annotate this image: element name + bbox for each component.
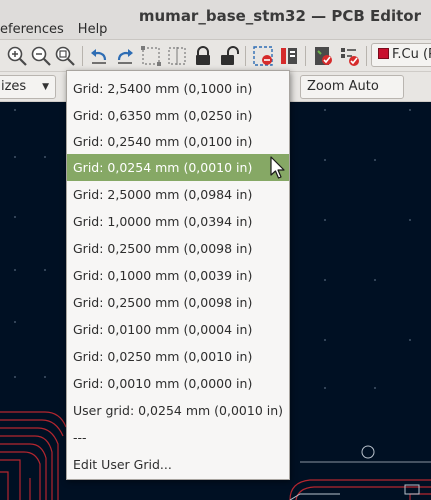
undo-icon[interactable]	[88, 45, 110, 67]
grid-option[interactable]: Grid: 0,2500 mm (0,0098 in)	[67, 235, 289, 262]
drc-icon[interactable]	[252, 45, 274, 67]
zoom-out-icon[interactable]	[30, 45, 52, 67]
menubar: eferences Help	[0, 20, 107, 40]
user-grid-option[interactable]: User grid: 0,0254 mm (0,0010 in)	[67, 397, 289, 424]
window-title: mumar_base_stm32 — PCB Editor	[138, 7, 421, 25]
toolbar-separator	[305, 46, 306, 66]
layer-label: F.Cu (Pc	[392, 47, 431, 62]
layer-color-swatch	[378, 48, 389, 59]
grid-option[interactable]: Grid: 0,2500 mm (0,0098 in)	[67, 289, 289, 316]
grid-option[interactable]: Grid: 0,2540 mm (0,0100 in)	[67, 128, 289, 155]
grid-option[interactable]: Grid: 0,0100 mm (0,0004 in)	[67, 316, 289, 343]
zoom-in-icon[interactable]	[6, 45, 28, 67]
redo-icon[interactable]	[114, 45, 136, 67]
track-sizes-label: izes	[1, 79, 27, 94]
main-toolbar: F.Cu (Pc	[0, 40, 431, 72]
grid-option-selected[interactable]: Grid: 0,0254 mm (0,0010 in)	[67, 154, 289, 181]
separator-option[interactable]: ---	[67, 424, 289, 451]
menu-preferences[interactable]: eferences	[0, 20, 64, 40]
grid-dropdown-list: Grid: 2,5400 mm (0,1000 in) Grid: 0,6350…	[66, 70, 290, 480]
grid-option[interactable]: Grid: 0,1000 mm (0,0039 in)	[67, 262, 289, 289]
track-sizes-combo[interactable]: izes ▼	[0, 75, 56, 99]
grid-option[interactable]: Grid: 1,0000 mm (0,0394 in)	[67, 208, 289, 235]
zoom-label: Zoom Auto	[307, 79, 379, 94]
menu-help[interactable]: Help	[78, 20, 108, 40]
grid-option[interactable]: Grid: 0,0250 mm (0,0010 in)	[67, 343, 289, 370]
pad-icon[interactable]	[312, 45, 334, 67]
zoom-combo[interactable]: Zoom Auto	[300, 75, 404, 99]
lock-icon[interactable]	[192, 45, 214, 67]
grid-option[interactable]: Grid: 2,5000 mm (0,0984 in)	[67, 181, 289, 208]
select-icon[interactable]	[140, 45, 162, 67]
checklist-icon[interactable]	[338, 45, 360, 67]
title-bar: mumar_base_stm32 — PCB Editor eferences …	[0, 0, 431, 40]
grid-option[interactable]: Grid: 0,0010 mm (0,0000 in)	[67, 370, 289, 397]
toolbar-separator	[366, 46, 367, 66]
grid-option[interactable]: Grid: 2,5400 mm (0,1000 in)	[67, 75, 289, 102]
mouse-pointer-icon	[270, 156, 286, 184]
layer-selector[interactable]: F.Cu (Pc	[371, 43, 431, 67]
zoom-fit-icon[interactable]	[54, 45, 76, 67]
unlock-icon[interactable]	[218, 45, 240, 67]
align-icon[interactable]	[166, 45, 188, 67]
netlist-icon[interactable]	[278, 45, 300, 67]
chevron-down-icon: ▼	[42, 82, 49, 92]
grid-option[interactable]: Grid: 0,6350 mm (0,0250 in)	[67, 102, 289, 129]
toolbar-separator	[82, 46, 83, 66]
edit-user-grid-option[interactable]: Edit User Grid...	[67, 451, 289, 478]
toolbar-separator	[245, 46, 246, 66]
